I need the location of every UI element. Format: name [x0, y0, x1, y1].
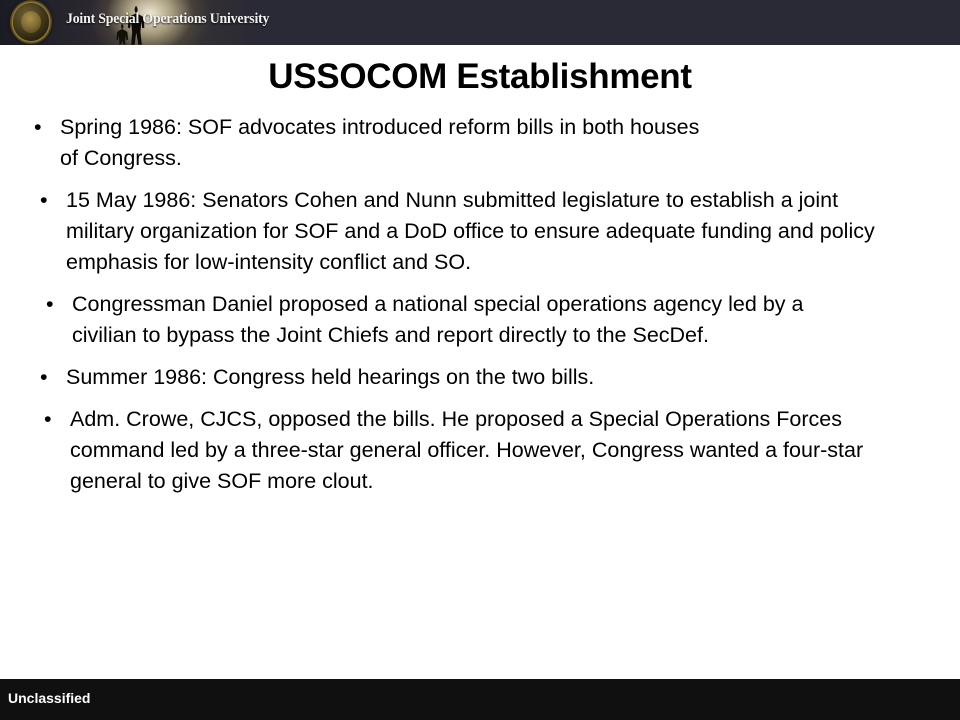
- header-organization-title: Joint Special Operations University: [66, 11, 270, 27]
- list-item: • Congressman Daniel proposed a national…: [0, 289, 960, 351]
- classification-label: Unclassified: [8, 690, 91, 706]
- bullet-marker-icon: •: [44, 407, 52, 431]
- list-item-text: Congressman Daniel proposed a national s…: [72, 292, 804, 347]
- bullet-marker-icon: •: [34, 115, 42, 139]
- list-item-text: Adm. Crowe, CJCS, opposed the bills. He …: [70, 407, 864, 493]
- jsou-seal-icon: [13, 3, 49, 41]
- list-item-text: Summer 1986: Congress held hearings on t…: [66, 365, 595, 389]
- list-item-text: Spring 1986: SOF advocates introduced re…: [60, 115, 700, 170]
- list-item: • Spring 1986: SOF advocates introduced …: [0, 112, 960, 174]
- bullet-marker-icon: •: [40, 365, 48, 389]
- list-item-text: 15 May 1986: Senators Cohen and Nunn sub…: [66, 188, 875, 274]
- slide-body: • Spring 1986: SOF advocates introduced …: [0, 112, 960, 508]
- page-title: USSOCOM Establishment: [268, 57, 692, 96]
- list-item: • Summer 1986: Congress held hearings on…: [0, 362, 960, 393]
- header-banner: Joint Special Operations University: [0, 0, 960, 45]
- footer-bar: Unclassified: [0, 679, 960, 720]
- list-item: • 15 May 1986: Senators Cohen and Nunn s…: [0, 185, 960, 278]
- bullet-marker-icon: •: [46, 292, 54, 316]
- bullet-marker-icon: •: [40, 188, 48, 212]
- list-item: • Adm. Crowe, CJCS, opposed the bills. H…: [0, 404, 960, 497]
